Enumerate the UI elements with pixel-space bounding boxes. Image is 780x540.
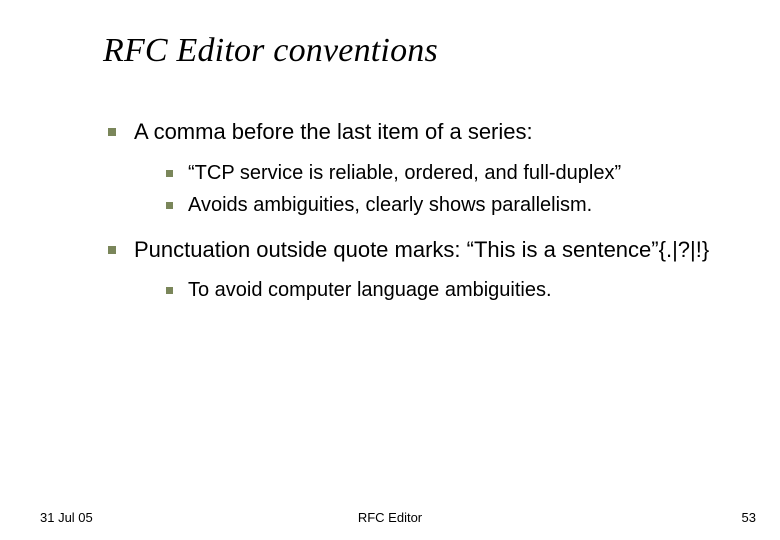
list-item: Punctuation outside quote marks: “This i…	[108, 236, 740, 304]
list-item-text: A comma before the last item of a series…	[134, 119, 533, 144]
footer-page-number: 53	[742, 510, 756, 525]
list-item: To avoid computer language ambiguities.	[166, 277, 740, 303]
slide: RFC Editor conventions A comma before th…	[0, 0, 780, 540]
bullet-list-nested: To avoid computer language ambiguities.	[166, 277, 740, 303]
list-item: A comma before the last item of a series…	[108, 118, 740, 218]
list-item-text: Punctuation outside quote marks: “This i…	[134, 237, 709, 262]
bullet-list: A comma before the last item of a series…	[108, 118, 740, 303]
footer-center: RFC Editor	[0, 510, 780, 525]
list-item: “TCP service is reliable, ordered, and f…	[166, 160, 740, 186]
list-item: Avoids ambiguities, clearly shows parall…	[166, 192, 740, 218]
list-item-text: “TCP service is reliable, ordered, and f…	[188, 162, 621, 184]
slide-title: RFC Editor conventions	[103, 32, 438, 70]
bullet-list-nested: “TCP service is reliable, ordered, and f…	[166, 160, 740, 218]
list-item-text: Avoids ambiguities, clearly shows parall…	[188, 194, 592, 216]
slide-content: A comma before the last item of a series…	[108, 118, 740, 321]
list-item-text: To avoid computer language ambiguities.	[188, 279, 552, 301]
footer: 31 Jul 05 RFC Editor 53	[0, 510, 780, 530]
